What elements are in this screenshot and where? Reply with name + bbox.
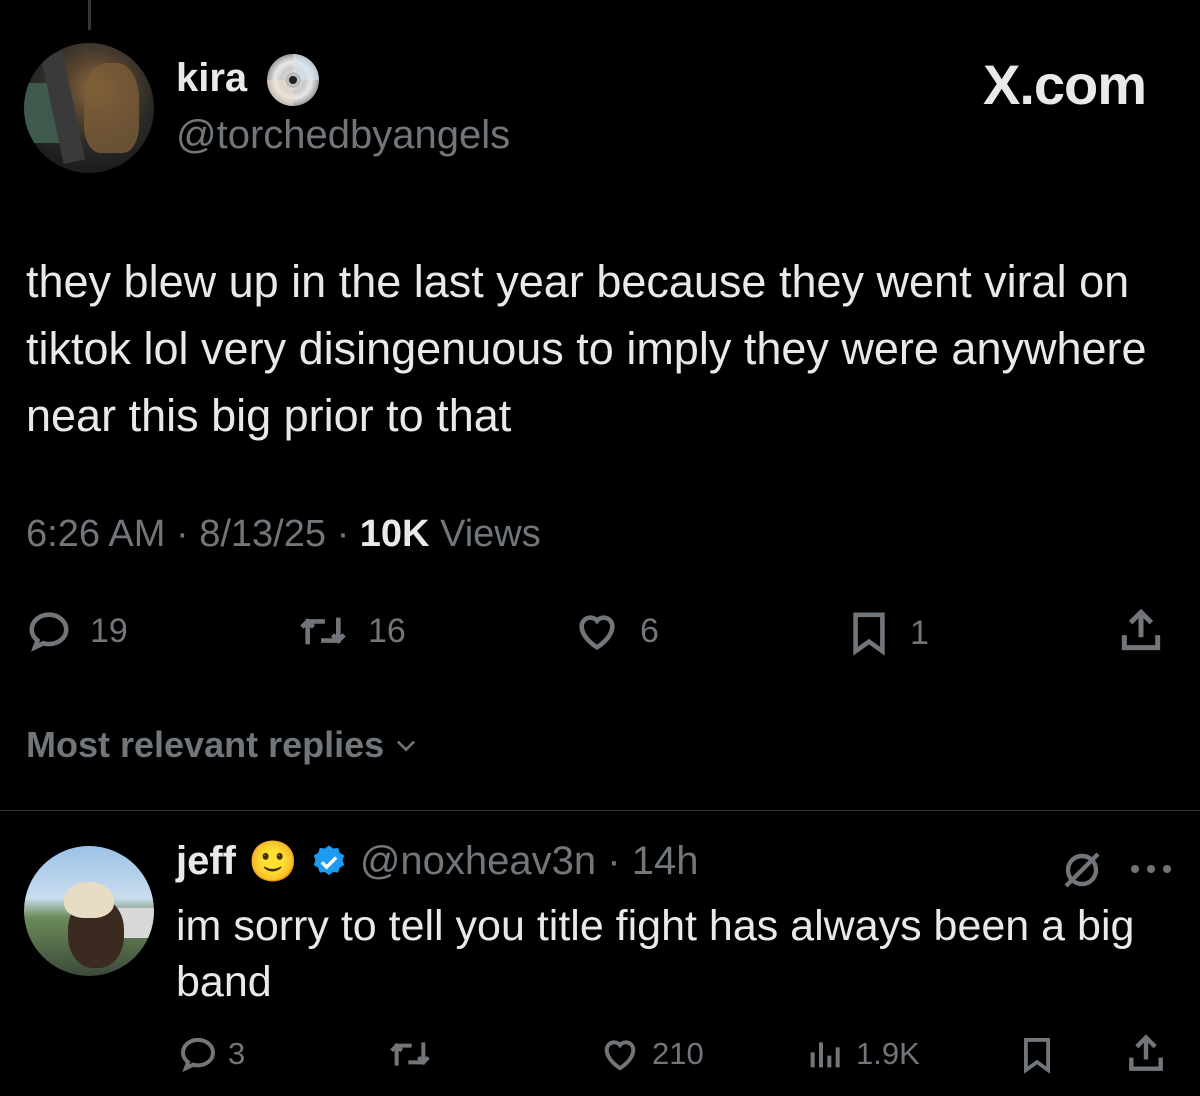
- like-count: 6: [640, 611, 659, 650]
- reply-count: 19: [90, 611, 128, 650]
- bookmark-button[interactable]: 1: [846, 608, 929, 658]
- share-button[interactable]: [1116, 606, 1166, 656]
- author-name[interactable]: kira: [176, 56, 247, 101]
- more-options-icon[interactable]: [1128, 862, 1174, 876]
- tweet-date[interactable]: 8/13/25: [199, 513, 326, 555]
- author-handle[interactable]: @torchedbyangels: [176, 113, 510, 158]
- x-com-watermark: X.com: [983, 53, 1147, 116]
- smile-emoji-icon: 🙂: [248, 839, 298, 885]
- bookmark-icon: [853, 612, 885, 656]
- bookmark-count: 1: [910, 613, 929, 652]
- sort-label: Most relevant replies: [26, 724, 385, 765]
- reply-text: im sorry to tell you title fight has alw…: [176, 902, 1135, 1006]
- share-icon: [1129, 1034, 1163, 1071]
- reply-icon: [180, 1037, 216, 1073]
- tweet-time[interactable]: 6:26 AM: [26, 513, 165, 555]
- tweet-text: they blew up in the last year because th…: [26, 256, 1147, 441]
- reply-author-avatar[interactable]: [24, 846, 154, 976]
- repost-icon: [390, 1042, 430, 1066]
- reply-reply-button[interactable]: 3: [178, 1034, 245, 1074]
- divider: [0, 810, 1200, 811]
- reply-bookmark-button[interactable]: [1018, 1034, 1056, 1076]
- reply-repost-button[interactable]: [386, 1034, 444, 1074]
- views-chart-icon: [810, 1042, 840, 1068]
- reply-time[interactable]: 14h: [632, 839, 699, 883]
- bookmark-icon: [1024, 1038, 1050, 1074]
- verified-badge-icon: [313, 844, 345, 875]
- repost-count: 16: [368, 611, 406, 650]
- grok-icon[interactable]: [1058, 846, 1106, 894]
- tweet-meta: 6:26 AM · 8/13/25 · 10K Views: [26, 513, 541, 555]
- reply-author-name[interactable]: jeff: [176, 839, 236, 884]
- reply-reply-count: 3: [228, 1036, 246, 1071]
- reply-author-handle[interactable]: @noxheav3n: [360, 839, 596, 883]
- chevron-down-icon: [397, 740, 416, 752]
- reply-views-button[interactable]: 1.9K: [806, 1034, 920, 1074]
- heart-icon: [579, 615, 615, 650]
- thread-connector-line: [88, 0, 91, 30]
- reply-button[interactable]: 19: [26, 608, 128, 654]
- like-button[interactable]: 6: [572, 608, 659, 654]
- views-label: Views: [440, 513, 541, 555]
- views-count: 10K: [359, 513, 430, 555]
- cd-disc-icon: [267, 54, 319, 106]
- sort-replies-dropdown[interactable]: Most relevant replies: [26, 724, 420, 766]
- share-icon: [1121, 608, 1161, 651]
- reply-like-button[interactable]: 210: [598, 1034, 704, 1074]
- reply-icon: [29, 612, 69, 652]
- heart-icon: [604, 1040, 636, 1071]
- reply-views-count: 1.9K: [856, 1036, 920, 1071]
- reply-header: jeff 🙂 @noxheav3n · 14h: [176, 839, 699, 885]
- reply-like-count: 210: [652, 1036, 704, 1071]
- repost-icon: [300, 617, 346, 645]
- repost-button[interactable]: 16: [296, 608, 406, 654]
- author-avatar[interactable]: [24, 43, 154, 173]
- reply-share-button[interactable]: [1124, 1032, 1168, 1076]
